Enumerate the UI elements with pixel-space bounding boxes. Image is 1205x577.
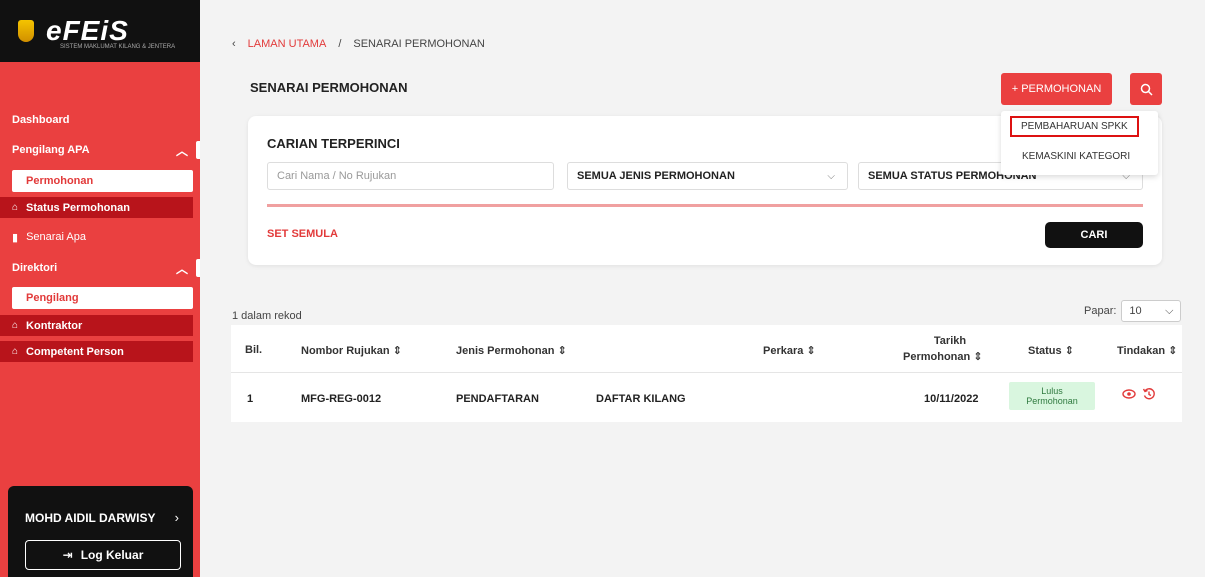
- chevron-down-icon: ⌵: [1165, 304, 1174, 317]
- col-tarikh-line2[interactable]: Permohonan ⇕: [903, 350, 983, 363]
- group-edge-marker: [196, 259, 200, 277]
- app-logo[interactable]: eFEiS SISTEM MAKLUMAT KILANG & JENTERA: [0, 0, 200, 62]
- menu-item-kemaskini-kategori[interactable]: KEMASKINI KATEGORI: [1022, 151, 1130, 162]
- logout-icon: ⇥: [62, 548, 73, 562]
- page-size-label: Papar:: [1084, 305, 1117, 317]
- document-icon: ▮: [12, 231, 19, 244]
- sidebar-item-pengilang[interactable]: Pengilang: [12, 287, 193, 309]
- search-input[interactable]: [267, 162, 554, 190]
- search-button[interactable]: CARI: [1045, 222, 1143, 248]
- sidebar: eFEiS SISTEM MAKLUMAT KILANG & JENTERA D…: [0, 0, 200, 577]
- chevron-down-icon: ⌵: [827, 170, 835, 182]
- status-line2: Permohonan: [1026, 396, 1078, 406]
- item-label: Status Permohonan: [26, 201, 130, 214]
- item-label: Competent Person: [26, 345, 124, 358]
- reset-button[interactable]: SET SEMULA: [267, 228, 338, 240]
- cell-bil: 1: [247, 393, 254, 405]
- sidebar-item-dashboard[interactable]: Dashboard: [0, 114, 200, 126]
- cell-perkara: DAFTAR KILANG: [596, 393, 686, 405]
- col-nombor-rujukan[interactable]: Nombor Rujukan ⇕: [301, 344, 402, 357]
- user-panel: MOHD AIDIL DARWISY › ⇥ Log Keluar: [8, 486, 193, 577]
- cell-jenis: PENDAFTARAN: [456, 393, 539, 405]
- col-tindakan: Tindakan ⇕: [1117, 345, 1178, 357]
- brand-name: eFEiS: [46, 15, 129, 46]
- home-icon: ⌂: [12, 346, 19, 357]
- breadcrumb-current: SENARAI PERMOHONAN: [353, 38, 485, 50]
- brand-tagline: SISTEM MAKLUMAT KILANG & JENTERA: [60, 44, 176, 50]
- search-toggle-button[interactable]: [1130, 73, 1162, 105]
- search-icon: [1140, 83, 1153, 96]
- chevron-up-icon: ︿: [175, 143, 188, 158]
- breadcrumb-home[interactable]: LAMAN UTAMA: [248, 38, 327, 50]
- page-size-control: Papar: 10 ⌵: [1084, 300, 1182, 322]
- status-badge: Lulus Permohonan: [1009, 382, 1095, 410]
- home-icon: ⌂: [12, 202, 19, 213]
- history-icon[interactable]: [1142, 387, 1156, 404]
- cell-tarikh: 10/11/2022: [924, 393, 979, 405]
- sidebar-item-senarai-apa[interactable]: ▮ Senarai Apa: [0, 226, 200, 248]
- search-card-title: CARIAN TERPERINCI: [267, 136, 400, 151]
- sidebar-group-pengilang-apa[interactable]: Pengilang APA ︿: [0, 139, 200, 161]
- view-eye-icon[interactable]: [1122, 387, 1136, 403]
- chevron-right-icon[interactable]: ›: [175, 510, 179, 525]
- sidebar-group-direktori[interactable]: Direktori ︿: [0, 257, 200, 279]
- sidebar-item-permohonan[interactable]: Permohonan: [12, 170, 193, 192]
- page-title: SENARAI PERMOHONAN: [250, 80, 408, 95]
- record-count: 1 dalam rekod: [232, 310, 302, 322]
- menu-item-pembaharuan-spkk[interactable]: PEMBAHARUAN SPKK: [1010, 116, 1139, 137]
- sidebar-item-competent-person[interactable]: ⌂ Competent Person: [0, 341, 193, 362]
- permohonan-table: Bil. Nombor Rujukan ⇕ Jenis Permohonan ⇕…: [231, 325, 1182, 422]
- chevron-up-icon: ︿: [175, 261, 188, 276]
- user-name[interactable]: MOHD AIDIL DARWISY: [25, 511, 155, 525]
- crest-icon: [18, 20, 34, 42]
- breadcrumb-separator: /: [338, 38, 342, 50]
- status-line1: Lulus: [1041, 386, 1063, 396]
- sidebar-item-status-permohonan[interactable]: ⌂ Status Permohonan: [0, 197, 193, 218]
- col-status[interactable]: Status ⇕: [1028, 344, 1074, 357]
- cell-rujukan: MFG-REG-0012: [301, 393, 382, 405]
- type-select[interactable]: SEMUA JENIS PERMOHONAN ⌵: [567, 162, 848, 190]
- logout-label: Log Keluar: [80, 548, 144, 562]
- item-label: Kontraktor: [26, 319, 83, 332]
- col-tarikh-line1[interactable]: Tarikh: [921, 335, 979, 347]
- col-jenis-permohonan[interactable]: Jenis Permohonan ⇕: [456, 344, 567, 357]
- page-size-select[interactable]: 10 ⌵: [1121, 300, 1182, 322]
- group-label: Direktori: [12, 262, 58, 274]
- add-permohonan-menu: PEMBAHARUAN SPKK KEMASKINI KATEGORI: [1001, 111, 1158, 175]
- page-size-value: 10: [1129, 305, 1142, 317]
- item-label: Senarai Apa: [26, 231, 86, 243]
- add-permohonan-button[interactable]: + PERMOHONAN: [1001, 73, 1112, 105]
- group-edge-marker: [196, 141, 200, 159]
- col-perkara[interactable]: Perkara ⇕: [763, 344, 816, 357]
- table-header: Bil. Nombor Rujukan ⇕ Jenis Permohonan ⇕…: [231, 325, 1182, 373]
- divider: [267, 204, 1143, 207]
- breadcrumb: ‹ LAMAN UTAMA / SENARAI PERMOHONAN: [232, 38, 485, 50]
- group-label: Pengilang APA: [12, 144, 90, 156]
- type-select-value: SEMUA JENIS PERMOHONAN: [577, 170, 735, 182]
- sidebar-item-kontraktor[interactable]: ⌂ Kontraktor: [0, 315, 193, 336]
- logout-button[interactable]: ⇥ Log Keluar: [25, 540, 181, 570]
- back-chevron-icon[interactable]: ‹: [232, 38, 236, 50]
- col-bil: Bil.: [245, 344, 263, 356]
- home-icon: ⌂: [12, 320, 19, 331]
